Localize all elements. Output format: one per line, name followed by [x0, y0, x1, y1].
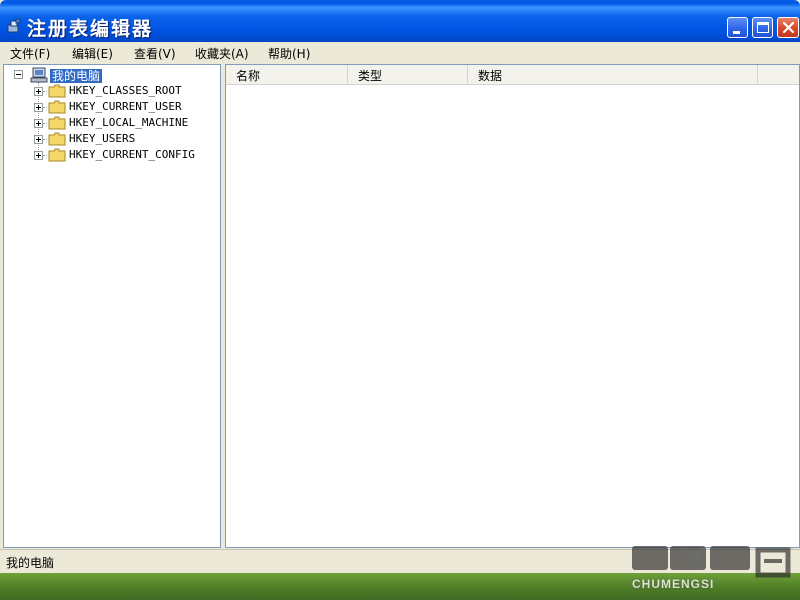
folder-icon — [48, 148, 66, 162]
expand-icon[interactable] — [34, 103, 43, 112]
tree-node-hkey-users[interactable]: HKEY_USERS — [4, 131, 218, 147]
expand-icon[interactable] — [34, 135, 43, 144]
tree-node-hkey-classes-root[interactable]: HKEY_CLASSES_ROOT — [4, 83, 218, 99]
key-tree-pane[interactable]: 我的电脑 HKEY_CLASSES_ROOT HKEY_CURRENT_USER — [3, 64, 221, 548]
folder-icon — [48, 100, 66, 114]
tree-connector — [43, 123, 47, 124]
expand-icon[interactable] — [34, 119, 43, 128]
maximize-button[interactable] — [752, 17, 773, 38]
site-watermark: CHUMENGSI — [612, 533, 800, 600]
window-title: 注册表编辑器 — [27, 18, 154, 40]
tree-node-hkey-current-user[interactable]: HKEY_CURRENT_USER — [4, 99, 218, 115]
tree-connector — [43, 139, 47, 140]
tree-root-label[interactable]: 我的电脑 — [50, 69, 103, 83]
folder-icon — [48, 132, 66, 146]
menu-favorites[interactable]: 收藏夹(A) — [195, 45, 249, 62]
status-path: 我的电脑 — [6, 556, 55, 570]
maximize-icon — [757, 22, 769, 33]
tree-connector — [43, 107, 47, 108]
close-icon — [782, 21, 795, 34]
tree-key-label[interactable]: HKEY_LOCAL_MACHINE — [69, 116, 188, 130]
values-list-pane[interactable]: 名称 类型 数据 — [225, 64, 800, 548]
tree-node-root[interactable]: 我的电脑 — [4, 67, 218, 83]
tree-key-label[interactable]: HKEY_USERS — [69, 132, 135, 146]
menu-view[interactable]: 查看(V) — [134, 45, 176, 62]
tree-key-label[interactable]: HKEY_CURRENT_USER — [69, 100, 182, 114]
folder-icon — [48, 116, 66, 130]
tree-node-hkey-current-config[interactable]: HKEY_CURRENT_CONFIG — [4, 147, 218, 163]
column-header-data[interactable]: 数据 — [468, 65, 758, 84]
computer-icon — [30, 67, 48, 83]
menu-help[interactable]: 帮助(H) — [268, 45, 310, 62]
tree-key-label[interactable]: HKEY_CLASSES_ROOT — [69, 84, 182, 98]
minimize-button[interactable] — [727, 17, 748, 38]
menu-file[interactable]: 文件(F) — [10, 45, 50, 62]
tree-node-hkey-local-machine[interactable]: HKEY_LOCAL_MACHINE — [4, 115, 218, 131]
tree-connector — [43, 155, 47, 156]
minimize-icon — [733, 31, 740, 34]
menu-bar: 文件(F) 编辑(E) 查看(V) 收藏夹(A) 帮助(H) — [0, 42, 800, 64]
expand-icon[interactable] — [34, 151, 43, 160]
collapse-icon[interactable] — [14, 70, 23, 79]
registry-editor-window: 注册表编辑器 文件(F) 编辑(E) 查看(V) 收藏夹(A) 帮助(H) 我的… — [0, 0, 800, 573]
column-header-type[interactable]: 类型 — [348, 65, 468, 84]
expand-icon[interactable] — [34, 87, 43, 96]
tree-connector — [43, 91, 47, 92]
menu-edit[interactable]: 编辑(E) — [72, 45, 113, 62]
tree-key-label[interactable]: HKEY_CURRENT_CONFIG — [69, 148, 195, 162]
registry-editor-app-icon[interactable] — [6, 18, 22, 34]
column-header-name[interactable]: 名称 — [226, 65, 348, 84]
watermark-brand-text: CHUMENGSI — [632, 577, 715, 591]
title-bar[interactable]: 注册表编辑器 — [0, 0, 800, 42]
close-button[interactable] — [777, 17, 799, 38]
list-header: 名称 类型 数据 — [226, 65, 799, 85]
folder-icon — [48, 84, 66, 98]
